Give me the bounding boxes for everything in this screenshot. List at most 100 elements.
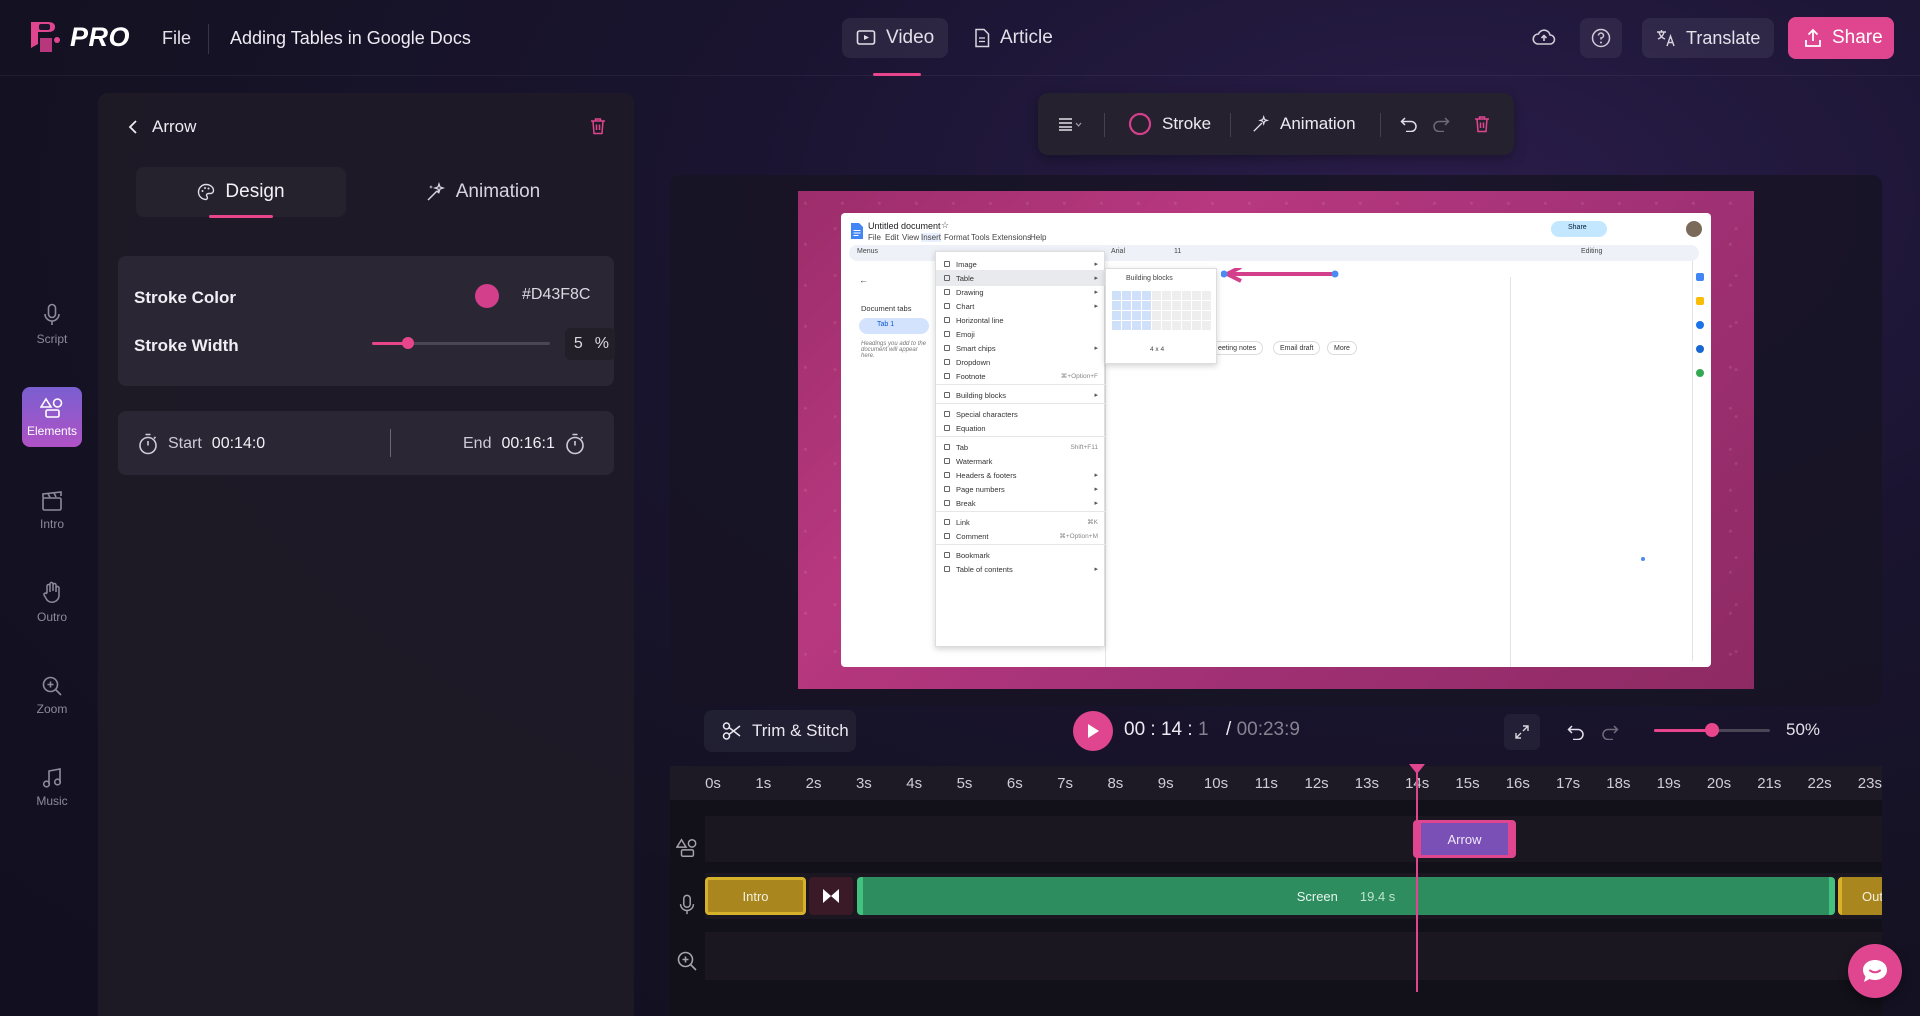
gdoc-insert-menu-item-label: Table of contents xyxy=(956,564,1013,574)
timeline-zoom-handle[interactable] xyxy=(1705,723,1719,737)
table-grid-cell xyxy=(1132,291,1141,300)
translate-button[interactable]: Translate xyxy=(1642,18,1774,58)
current-time-frames: 1 xyxy=(1197,719,1209,740)
gdoc-font: Arial xyxy=(1111,248,1126,255)
current-time-minutes: 00 xyxy=(1124,719,1146,740)
stroke-settings-card: Stroke Color #D43F8C Stroke Width 5 % xyxy=(118,256,615,386)
playhead-handle[interactable] xyxy=(1409,764,1425,774)
nav-music[interactable]: Music xyxy=(22,757,82,817)
timeline-tick-label: 22s xyxy=(1807,775,1832,792)
table-grid-cell xyxy=(1112,311,1121,320)
undo-button[interactable] xyxy=(1400,93,1418,155)
nav-elements[interactable]: Elements xyxy=(22,387,82,447)
fullscreen-button[interactable] xyxy=(1504,714,1540,750)
table-grid-cell xyxy=(1192,291,1201,300)
outro-clip-label: Outro xyxy=(1862,888,1882,904)
tab-design-label: Design xyxy=(225,181,285,202)
table-grid-cell xyxy=(1152,311,1161,320)
trim-stitch-button[interactable]: Trim & Stitch xyxy=(704,710,856,752)
gdoc-menu-shortcut: Shift+F11 xyxy=(1070,443,1098,451)
help-button[interactable] xyxy=(1580,18,1622,58)
gdoc-insert-menu-item: Footnote ⌘+Option+F xyxy=(936,368,1106,384)
timeline-redo-button[interactable] xyxy=(1592,714,1628,750)
redo-button[interactable] xyxy=(1432,93,1450,155)
maps-icon xyxy=(1696,369,1704,377)
elements-track xyxy=(705,816,1882,862)
nav-outro[interactable]: Outro xyxy=(22,572,82,632)
end-label: End xyxy=(463,435,492,452)
submenu-arrow-icon: ▸ xyxy=(1094,289,1098,296)
timeline-tick-label: 2s xyxy=(805,775,822,792)
playhead[interactable] xyxy=(1416,766,1418,992)
menu-item-icon xyxy=(944,472,950,478)
menu-item-icon xyxy=(944,392,950,398)
nav-elements-label: Elements xyxy=(26,423,78,438)
gdoc-insert-menu: Image ▸ Table ▸ Drawing ▸ Chart ▸ Horizontal lin… xyxy=(935,251,1106,647)
table-grid-cell xyxy=(1182,291,1191,300)
timeline-zoom-slider[interactable] xyxy=(1654,723,1770,737)
tab-design[interactable]: Design xyxy=(136,167,346,217)
nav-script[interactable]: Script xyxy=(22,294,82,354)
timeline-tick-label: 3s xyxy=(855,775,872,792)
translate-label: Translate xyxy=(1686,27,1761,48)
menu-item-icon xyxy=(944,411,950,417)
stroke-color-swatch[interactable] xyxy=(475,284,499,308)
translate-icon xyxy=(1657,30,1675,47)
tab-video[interactable]: Video xyxy=(842,18,949,58)
menu-item-icon xyxy=(944,566,950,572)
nav-zoom[interactable]: Zoom xyxy=(22,665,82,725)
arrow-end-handle[interactable] xyxy=(1331,270,1339,278)
gdoc-insert-menu-item: Table of contents ▸ xyxy=(936,561,1106,577)
play-button[interactable] xyxy=(1073,711,1113,751)
toolbar-delete-button[interactable] xyxy=(1474,93,1490,155)
stroke-width-slider-handle[interactable] xyxy=(401,337,414,349)
delete-element-button[interactable] xyxy=(590,117,606,135)
timeline-zoom-value: 50% xyxy=(1786,720,1821,739)
file-menu[interactable]: File xyxy=(162,28,191,49)
stroke-color-label: Stroke Color xyxy=(134,288,237,307)
arrow-annotation[interactable] xyxy=(1221,268,1341,288)
menu-item-icon xyxy=(944,275,950,281)
gdoc-insert-menu-item-label: Page numbers xyxy=(956,484,1005,494)
table-grid-cell xyxy=(1142,321,1151,330)
document-title[interactable]: Adding Tables in Google Docs xyxy=(230,28,471,49)
avatar xyxy=(1686,221,1702,237)
tab-article[interactable]: Article xyxy=(960,18,1067,58)
stroke-color-hex[interactable]: #D43F8C xyxy=(522,286,590,304)
timeline-undo-button[interactable] xyxy=(1558,714,1594,750)
cloud-save-button[interactable] xyxy=(1523,18,1565,58)
table-grid-cell xyxy=(1172,301,1181,310)
gdoc-menu-insert: Insert xyxy=(921,233,942,242)
stroke-button[interactable]: Stroke xyxy=(1128,93,1211,155)
screen-recording[interactable]: Untitled document ☆ File Edit View Inser… xyxy=(841,213,1711,667)
screen-clip[interactable]: Screen 19.4 s xyxy=(857,877,1835,915)
arrow-clip[interactable]: Arrow xyxy=(1413,820,1516,858)
line-style-dropdown[interactable] xyxy=(1058,93,1082,155)
stroke-width-slider[interactable] xyxy=(372,337,550,349)
back-button[interactable]: Arrow xyxy=(128,117,196,137)
start-time[interactable]: Start 00:14:0 xyxy=(138,433,265,455)
app-logo[interactable]: PRO xyxy=(28,18,130,56)
zoom-track xyxy=(705,932,1882,980)
gdoc-table-grid xyxy=(1112,291,1211,330)
video-icon xyxy=(856,30,876,45)
share-button[interactable]: Share xyxy=(1788,17,1894,59)
stroke-width-input[interactable]: 5 % xyxy=(565,328,615,360)
outro-clip[interactable]: Outro xyxy=(1838,877,1882,915)
submenu-arrow-icon: ▸ xyxy=(1094,261,1098,268)
gdoc-insert-menu-item-label: Link xyxy=(956,517,970,527)
animation-button[interactable]: Animation xyxy=(1252,93,1356,155)
timeline-tick-label: 4s xyxy=(906,775,923,792)
tab-animation[interactable]: Animation xyxy=(368,167,598,217)
chat-support-button[interactable] xyxy=(1848,944,1902,998)
arrow-start-handle[interactable] xyxy=(1221,270,1228,278)
transition-clip[interactable] xyxy=(809,877,853,915)
nav-intro[interactable]: Intro xyxy=(22,480,82,540)
end-time[interactable]: End 00:16:1 xyxy=(463,433,585,455)
gdoc-menu-shortcut: ⌘+Option+F xyxy=(1060,373,1098,380)
intro-clip[interactable]: Intro xyxy=(705,877,806,915)
timeline-tick-label: 13s xyxy=(1354,775,1379,792)
menu-item-icon xyxy=(944,444,950,450)
gdoc-insert-menu-item-label: Image xyxy=(956,259,977,269)
gdoc-menu-shortcut: ⌘K xyxy=(1087,519,1098,526)
